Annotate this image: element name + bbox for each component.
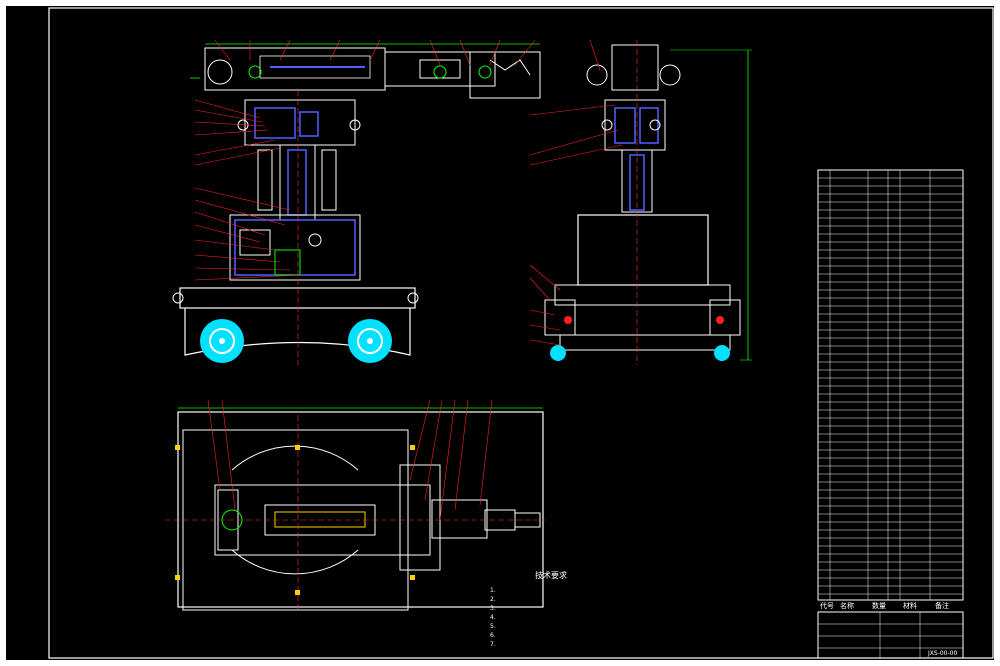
note-line: 2. [490,596,496,603]
drawing-number: JXS-00-00 [927,650,957,657]
front-view [172,39,541,365]
note-line: 7. [490,641,496,648]
drawing-canvas: 技术要求 1. 2. 3. 4. 5. 6. 7. 代号 名称 数量 材料 备注 JXS-00-00 [0,0,1000,666]
wheel-left [200,319,244,363]
bom-header-cell: 名称 [840,601,854,610]
bom-header-cell: 备注 [935,601,949,610]
bom-header-cell: 数量 [872,601,886,610]
bom-header-cell: 代号 [820,601,834,610]
note-line: 6. [490,632,496,639]
top-view [165,399,545,612]
side-view [529,39,752,365]
bom-header-cell: 材料 [903,601,917,610]
note-line: 3. [490,605,496,612]
cad-drawing: 技术要求 1. 2. 3. 4. 5. 6. 7. 代号 名称 数量 材料 备注 JXS-00-00 [48,7,994,659]
drawing-border [48,7,994,659]
wheel-right [348,319,392,363]
note-line: 4. [490,614,496,621]
technical-notes: 技术要求 1. 2. 3. 4. 5. 6. 7. [490,570,567,648]
title-block: JXS-00-00 [817,611,964,659]
notes-title: 技术要求 [535,570,567,580]
note-line: 1. [490,587,496,594]
bom-table: 代号 名称 数量 材料 备注 [817,169,964,610]
note-line: 5. [490,623,496,630]
